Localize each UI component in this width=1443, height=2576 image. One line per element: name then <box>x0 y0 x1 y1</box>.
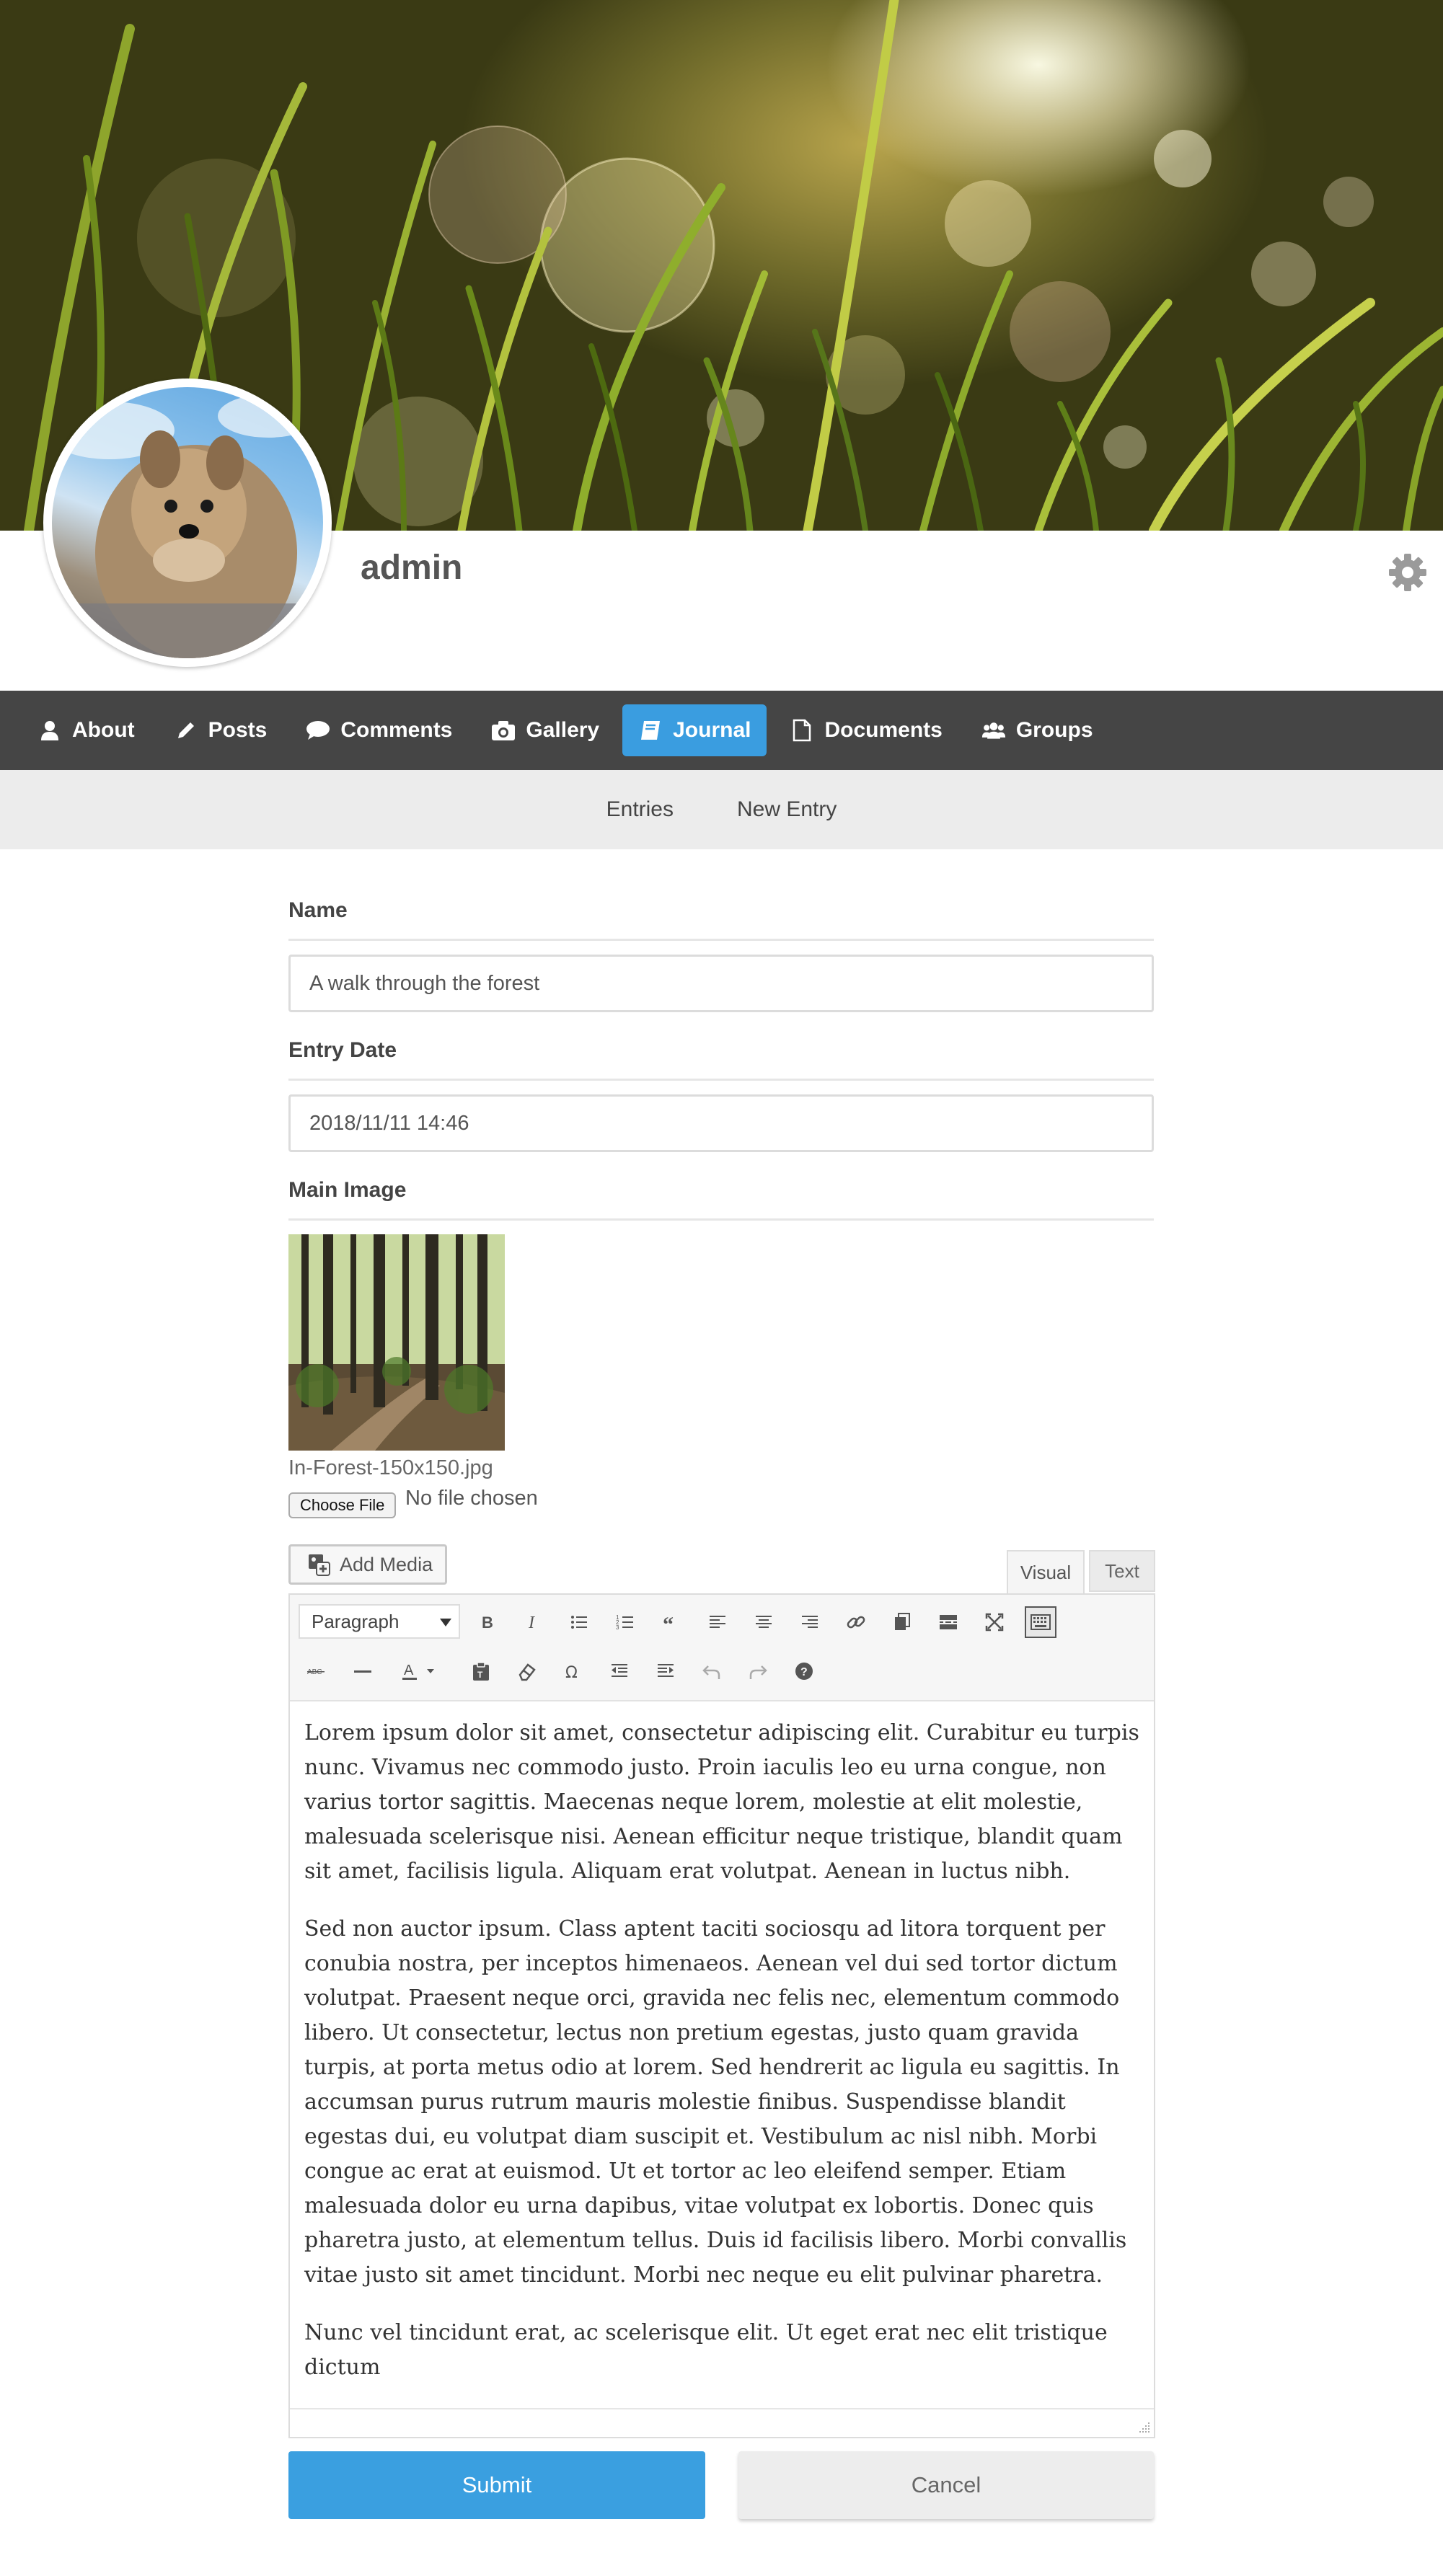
svg-text:I: I <box>528 1614 535 1632</box>
italic-icon[interactable]: I <box>517 1606 549 1638</box>
nav-item-label: About <box>72 718 135 742</box>
nav-item-label: Groups <box>1015 718 1093 742</box>
nav-item-label: Posts <box>208 718 268 742</box>
avatar[interactable] <box>43 379 332 667</box>
user-icon <box>37 718 62 743</box>
choose-file-button[interactable]: Choose File <box>288 1492 397 1518</box>
subnav-item-new-entry[interactable]: New Entry <box>737 797 837 822</box>
special-character-icon[interactable]: Ω <box>557 1655 589 1687</box>
nav-item-comments[interactable]: Comments <box>290 704 468 756</box>
profile-nav: About Posts Comments Gallery Journal Doc… <box>0 691 1443 770</box>
entry-date-label: Entry Date <box>288 1038 397 1062</box>
cancel-button[interactable]: Cancel <box>738 2451 1154 2519</box>
divider <box>288 1079 1154 1081</box>
horizontal-line-icon[interactable] <box>347 1655 379 1687</box>
nav-item-documents[interactable]: Documents <box>774 704 958 756</box>
name-label: Name <box>288 898 348 922</box>
undo-icon[interactable] <box>696 1655 728 1687</box>
main-image-thumbnail <box>288 1234 505 1451</box>
book-icon <box>638 718 663 743</box>
editor-statusbar <box>290 2408 1154 2437</box>
editor-paragraph: Sed non auctor ipsum. Class aptent tacit… <box>304 1916 1127 2288</box>
gear-icon[interactable] <box>1386 551 1429 594</box>
svg-text:B: B <box>482 1614 493 1632</box>
outdent-icon[interactable] <box>604 1655 635 1687</box>
nav-item-groups[interactable]: Groups <box>966 704 1109 756</box>
editor-paragraph: Lorem ipsum dolor sit amet, consectetur … <box>304 1720 1139 1884</box>
divider <box>288 1218 1154 1221</box>
indent-icon[interactable] <box>650 1655 681 1687</box>
nav-item-gallery[interactable]: Gallery <box>475 704 615 756</box>
pencil-icon <box>174 718 198 743</box>
main-image-filename: In-Forest-150x150.jpg <box>288 1456 493 1479</box>
help-icon[interactable]: ? <box>788 1655 820 1687</box>
bold-icon[interactable]: B <box>471 1606 503 1638</box>
svg-text:A: A <box>404 1663 414 1678</box>
blockquote-icon[interactable]: “ <box>656 1606 687 1638</box>
nav-item-label: Documents <box>824 718 943 742</box>
add-media-button[interactable]: Add Media <box>288 1544 447 1585</box>
no-file-chosen-text: No file chosen <box>405 1487 538 1510</box>
tab-text[interactable]: Text <box>1089 1550 1155 1592</box>
file-icon <box>790 718 814 743</box>
editor-paragraph: Nunc vel tincidunt erat, ac scelerisque … <box>304 2320 1108 2380</box>
strikethrough-icon[interactable]: ABC <box>301 1655 332 1687</box>
add-media-label: Add Media <box>340 1553 433 1575</box>
nav-item-journal[interactable]: Journal <box>622 704 767 756</box>
nav-item-label: Journal <box>673 718 751 742</box>
submit-button[interactable]: Submit <box>288 2451 705 2519</box>
format-select-value: Paragraph <box>312 1610 400 1632</box>
svg-text:T: T <box>477 1670 483 1680</box>
copy-icon[interactable] <box>886 1606 918 1638</box>
redo-icon[interactable] <box>742 1655 774 1687</box>
main-image-label: Main Image <box>288 1178 407 1202</box>
nav-item-about[interactable]: About <box>22 704 151 756</box>
svg-text:Ω: Ω <box>565 1664 578 1682</box>
resize-handle-icon[interactable] <box>1137 2420 1151 2434</box>
comment-icon <box>306 718 330 743</box>
clear-formatting-icon[interactable] <box>511 1655 543 1687</box>
read-more-icon[interactable] <box>932 1606 964 1638</box>
nav-item-label: Gallery <box>526 718 600 742</box>
align-left-icon[interactable] <box>702 1606 733 1638</box>
fullscreen-icon[interactable] <box>979 1606 1010 1638</box>
nav-item-posts[interactable]: Posts <box>158 704 283 756</box>
avatar-dog-image <box>52 387 323 658</box>
text-color-icon[interactable]: A <box>393 1655 445 1687</box>
numbered-list-icon[interactable]: 123 <box>609 1606 641 1638</box>
editor-toolbar: Paragraph B I 123 “ A T Ω ? <box>290 1595 1154 1701</box>
svg-text:3: 3 <box>616 1624 619 1631</box>
bullet-list-icon[interactable] <box>563 1606 595 1638</box>
chevron-down-icon <box>440 1619 451 1626</box>
profile-username: admin <box>361 549 463 587</box>
entry-date-input[interactable] <box>288 1094 1154 1152</box>
divider <box>288 939 1154 941</box>
link-icon[interactable] <box>840 1606 872 1638</box>
subnav-item-entries[interactable]: Entries <box>606 797 674 822</box>
svg-text:?: ? <box>800 1666 808 1678</box>
add-media-icon <box>306 1552 331 1577</box>
users-icon <box>981 718 1006 743</box>
journal-subnav: Entries New Entry <box>0 770 1443 849</box>
paste-text-icon[interactable]: T <box>465 1655 497 1687</box>
nav-item-label: Comments <box>340 718 453 742</box>
rich-text-editor: Paragraph B I 123 “ A T Ω ? Lorem ipsum … <box>288 1593 1155 2438</box>
camera-icon <box>491 718 516 743</box>
keyboard-toggle-icon[interactable] <box>1025 1606 1056 1638</box>
name-input[interactable] <box>288 955 1154 1012</box>
align-right-icon[interactable] <box>794 1606 826 1638</box>
svg-text:“: “ <box>663 1613 674 1633</box>
tab-visual[interactable]: Visual <box>1007 1550 1085 1593</box>
format-select[interactable]: Paragraph <box>299 1604 460 1639</box>
align-center-icon[interactable] <box>748 1606 780 1638</box>
editor-content[interactable]: Lorem ipsum dolor sit amet, consectetur … <box>304 1716 1141 2408</box>
